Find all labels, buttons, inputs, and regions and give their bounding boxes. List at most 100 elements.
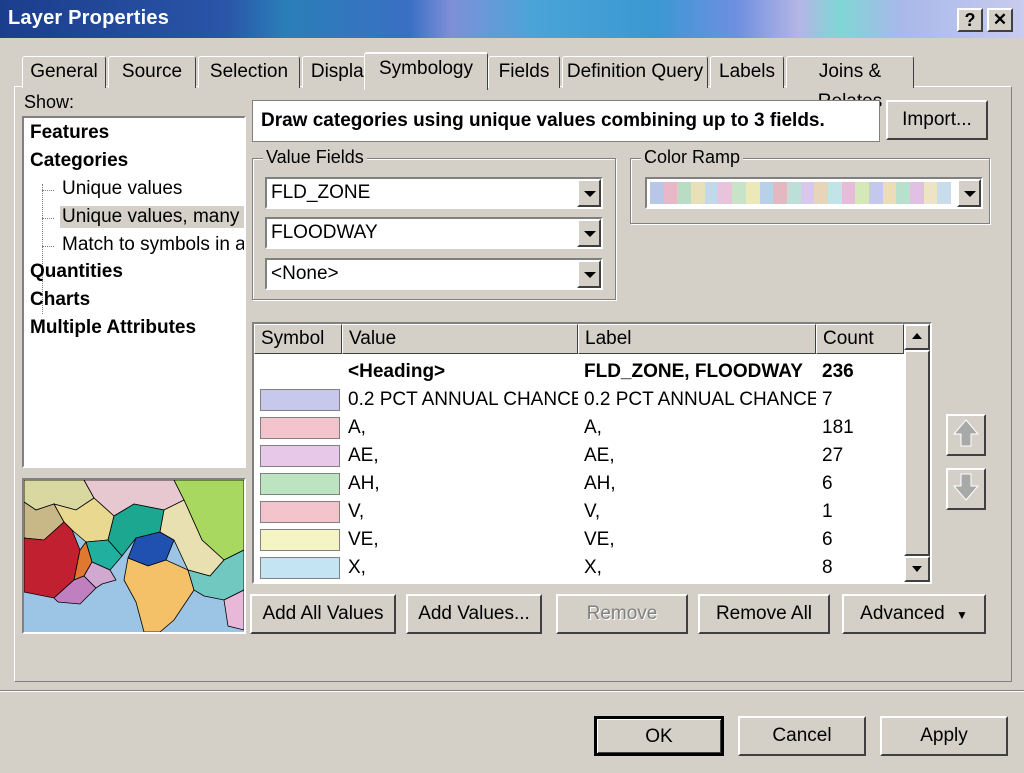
value-field-3-select[interactable]: <None>	[265, 258, 603, 290]
cancel-button[interactable]: Cancel	[738, 716, 866, 756]
color-ramp-select[interactable]	[645, 177, 983, 209]
color-ramp-swatch	[882, 182, 897, 204]
tab-fields[interactable]: Fields	[488, 56, 560, 88]
value-field-1-select[interactable]: FLD_ZONE	[265, 177, 603, 209]
title-bar[interactable]: Layer Properties ? ✕	[0, 0, 1024, 38]
row-value: <Heading>	[348, 361, 446, 382]
row-count: 181	[822, 417, 854, 438]
symbol-swatch[interactable]	[260, 417, 340, 439]
color-ramp-swatch	[704, 182, 719, 204]
value-fields-label: Value Fields	[263, 147, 367, 168]
table-row[interactable]: X, X, 8	[254, 554, 904, 582]
value-fields-group: Value Fields FLD_ZONE FLOODWAY <None>	[252, 147, 616, 300]
column-header-count[interactable]: Count	[816, 324, 904, 354]
tab-source[interactable]: Source	[108, 56, 196, 88]
table-row[interactable]: AH, AH, 6	[254, 470, 904, 498]
show-item-unique-values-many-fields[interactable]: Unique values, many f	[60, 206, 244, 228]
show-item-quantities[interactable]: Quantities	[30, 261, 123, 283]
map-preview-image	[24, 480, 244, 632]
add-values-button[interactable]: Add Values...	[406, 594, 542, 634]
advanced-label: Advanced	[860, 603, 945, 624]
advanced-button[interactable]: Advanced ▼	[842, 594, 986, 634]
table-row[interactable]: VE, VE, 6	[254, 526, 904, 554]
value-field-1-value: FLD_ZONE	[271, 182, 371, 203]
caret-down-icon: ▼	[955, 608, 968, 622]
close-button[interactable]: ✕	[987, 8, 1013, 32]
chevron-down-icon[interactable]	[957, 179, 981, 207]
tree-line	[42, 218, 54, 219]
row-count: 8	[822, 557, 833, 578]
row-count: 6	[822, 529, 833, 550]
import-button[interactable]: Import...	[886, 100, 988, 140]
tab-symbology[interactable]: Symbology	[364, 52, 488, 90]
remove-button[interactable]: Remove	[556, 594, 688, 634]
symbology-preview-map	[22, 478, 246, 634]
show-item-unique-values[interactable]: Unique values	[62, 178, 182, 200]
scroll-thumb[interactable]	[904, 350, 930, 556]
row-label: AH,	[584, 473, 616, 494]
column-header-symbol[interactable]: Symbol	[254, 324, 342, 354]
apply-button[interactable]: Apply	[880, 716, 1008, 756]
column-header-label[interactable]: Label	[578, 324, 816, 354]
show-list[interactable]: Features Categories Unique values Unique…	[22, 116, 246, 468]
move-up-button[interactable]	[946, 414, 986, 456]
tab-definition-query[interactable]: Definition Query	[562, 56, 708, 88]
color-ramp-label: Color Ramp	[641, 147, 744, 168]
row-value: X,	[348, 557, 366, 578]
table-row-heading[interactable]: <Heading> FLD_ZONE, FLOODWAY 236	[254, 358, 904, 386]
chevron-down-icon[interactable]	[577, 260, 601, 288]
symbol-swatch[interactable]	[260, 389, 340, 411]
layer-properties-dialog: Layer Properties ? ✕ General Source Sele…	[0, 0, 1024, 773]
color-ramp-swatch	[745, 182, 760, 204]
symbol-swatch[interactable]	[260, 445, 340, 467]
tab-selection[interactable]: Selection	[198, 56, 300, 88]
color-ramp-swatch	[691, 182, 705, 204]
tree-line	[42, 190, 54, 191]
show-item-categories[interactable]: Categories	[30, 150, 128, 172]
color-ramp-swatch	[910, 182, 924, 204]
color-ramp-swatch	[732, 182, 746, 204]
symbology-description: Draw categories using unique values comb…	[252, 100, 880, 142]
row-value: VE,	[348, 529, 379, 550]
move-down-button[interactable]	[946, 468, 986, 510]
symbol-swatch[interactable]	[260, 557, 340, 579]
symbol-swatch[interactable]	[260, 529, 340, 551]
table-row[interactable]: 0.2 PCT ANNUAL CHANCE FLOOD HAZARD, 0.2 …	[254, 386, 904, 414]
help-button[interactable]: ?	[957, 8, 983, 32]
row-count: 6	[822, 473, 833, 494]
show-item-match-to-symbols[interactable]: Match to symbols in a	[62, 234, 244, 256]
table-row[interactable]: AE, AE, 27	[254, 442, 904, 470]
table-scrollbar[interactable]	[904, 324, 930, 582]
row-label: AE,	[584, 445, 615, 466]
remove-all-button[interactable]: Remove All	[698, 594, 830, 634]
symbol-swatch[interactable]	[260, 473, 340, 495]
show-item-multiple-attributes[interactable]: Multiple Attributes	[30, 317, 196, 339]
tab-joins-relates[interactable]: Joins & Relates	[786, 56, 914, 112]
value-field-2-select[interactable]: FLOODWAY	[265, 217, 603, 249]
add-all-values-button[interactable]: Add All Values	[250, 594, 396, 634]
separator	[0, 690, 1024, 692]
color-ramp-swatch	[677, 182, 692, 204]
tab-labels[interactable]: Labels	[710, 56, 784, 88]
value-field-3-value: <None>	[271, 263, 339, 284]
show-item-charts[interactable]: Charts	[30, 289, 90, 311]
show-item-features[interactable]: Features	[30, 122, 109, 144]
color-ramp-swatch	[869, 182, 883, 204]
color-ramp-swatch	[786, 182, 801, 204]
scroll-down-icon[interactable]	[904, 556, 930, 582]
column-header-value[interactable]: Value	[342, 324, 578, 354]
chevron-down-icon[interactable]	[577, 179, 601, 207]
table-row[interactable]: V, V, 1	[254, 498, 904, 526]
unique-values-table[interactable]: Symbol Value Label Count <Heading> FLD_Z…	[252, 322, 932, 584]
ok-button[interactable]: OK	[594, 716, 724, 756]
table-row[interactable]: A, A, 181	[254, 414, 904, 442]
chevron-down-icon[interactable]	[577, 219, 601, 247]
row-count: 1	[822, 501, 833, 522]
row-value: AE,	[348, 445, 379, 466]
symbol-swatch[interactable]	[260, 501, 340, 523]
color-ramp-swatch	[937, 182, 952, 204]
tab-general[interactable]: General	[22, 56, 106, 88]
color-ramp-swatch	[827, 182, 842, 204]
color-ramp-swatch	[855, 182, 869, 204]
scroll-up-icon[interactable]	[904, 324, 930, 350]
